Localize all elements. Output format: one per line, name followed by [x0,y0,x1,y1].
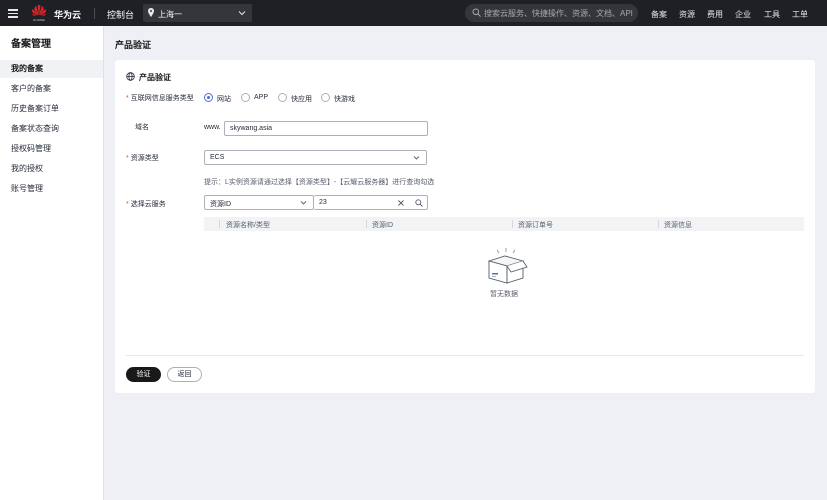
required-mark: * [126,201,129,208]
column-divider [512,220,513,228]
sidebar-item-account[interactable]: 账号管理 [0,180,103,198]
service-type-label-text: 互联网信息服务类型 [130,95,194,102]
required-mark: * [126,95,129,102]
nav-tools[interactable]: 工具 [764,9,780,20]
filter-value-input[interactable]: 23 [314,195,428,210]
nav-tickets[interactable]: 工单 [792,9,808,20]
nav-filing[interactable]: 备案 [651,9,667,20]
resource-type-value: ECS [210,154,225,161]
verify-button[interactable]: 验证 [126,367,161,382]
sidebar: 备案管理 我的备案 客户的备案 历史备案订单 备案状态查询 授权码管理 我的授权… [0,26,104,500]
page-title: 产品验证 [115,40,152,50]
search-icon[interactable] [415,199,423,207]
empty-state-text: 暂无数据 [490,291,518,298]
column-header-resource-info: 资源信息 [664,222,692,229]
chevron-down-icon [238,11,246,16]
resource-table-header: 资源名称/类型 资源ID 资源订单号 资源信息 [204,217,804,231]
sidebar-item-history-orders[interactable]: 历史备案订单 [0,100,103,118]
nav-resources[interactable]: 资源 [679,9,695,20]
empty-box-icon [487,248,528,284]
filter-field-value: 资源ID [210,201,231,208]
nav-enterprise[interactable]: 企业 [735,9,751,20]
select-server-label: * 选择云服务 [126,199,166,209]
verification-card: 产品验证 * 互联网信息服务类型 网站 APP 快应用 快游戏 域名 www. s… [115,60,815,393]
top-navigation-bar: HUAWEI 华为云 控制台 上海一 备案 资源 费用 企业 工具 工单 [0,0,827,26]
domain-prefix: www. [204,124,221,131]
location-pin-icon [148,8,154,17]
filter-field-select[interactable]: 资源ID [204,195,314,210]
column-divider [658,220,659,228]
required-mark: * [126,155,129,162]
hamburger-menu-icon[interactable] [8,7,18,19]
global-search [465,4,638,22]
domain-value: skywang.asia [230,125,273,132]
logo-text: HUAWEI [33,18,45,22]
section-title: 产品验证 [139,73,171,82]
radio-website-label: 网站 [217,96,231,103]
globe-icon [126,72,135,81]
sidebar-item-customer-filings[interactable]: 客户的备案 [0,80,103,98]
column-divider [219,220,220,228]
nav-billing[interactable]: 费用 [707,9,723,20]
search-input[interactable] [484,7,634,19]
resource-type-label-text: 资源类型 [130,155,159,162]
console-link[interactable]: 控制台 [107,8,134,21]
sidebar-title: 备案管理 [11,39,51,50]
region-label: 上海一 [158,10,182,19]
resource-type-select[interactable]: ECS [204,150,427,165]
sidebar-item-status-query[interactable]: 备案状态查询 [0,120,103,138]
chevron-down-icon [413,156,420,160]
domain-label: 域名 [135,124,149,131]
domain-input[interactable]: skywang.asia [224,121,428,136]
radio-quick-game-label: 快游戏 [334,96,355,103]
column-header-resource-id: 资源ID [372,222,393,229]
back-button[interactable]: 返回 [167,367,202,382]
header-divider [94,8,95,19]
hint-text: 提示：L实例资源请通过选择【资源类型】-【云耀云服务器】进行查询勾选 [204,179,435,186]
brand-name[interactable]: 华为云 [54,8,81,21]
sidebar-item-auth-code[interactable]: 授权码管理 [0,140,103,158]
sidebar-item-my-authorization[interactable]: 我的授权 [0,160,103,178]
search-icon [472,8,481,17]
sidebar-item-my-filings[interactable]: 我的备案 [0,60,103,78]
region-selector[interactable]: 上海一 [143,4,252,22]
filter-value: 23 [319,199,327,206]
column-header-order-no: 资源订单号 [518,222,553,229]
card-divider [126,355,804,356]
radio-quick-app-label: 快应用 [291,96,312,103]
column-divider [366,220,367,228]
radio-app-label: APP [254,94,269,101]
select-server-label-text: 选择云服务 [130,201,166,208]
resource-type-label: * 资源类型 [126,153,159,163]
column-header-name-type: 资源名称/类型 [226,222,270,229]
chevron-down-icon [300,201,307,205]
service-type-label: * 互联网信息服务类型 [126,93,194,103]
clear-icon[interactable] [398,200,404,206]
huawei-logo[interactable]: HUAWEI [31,4,47,22]
